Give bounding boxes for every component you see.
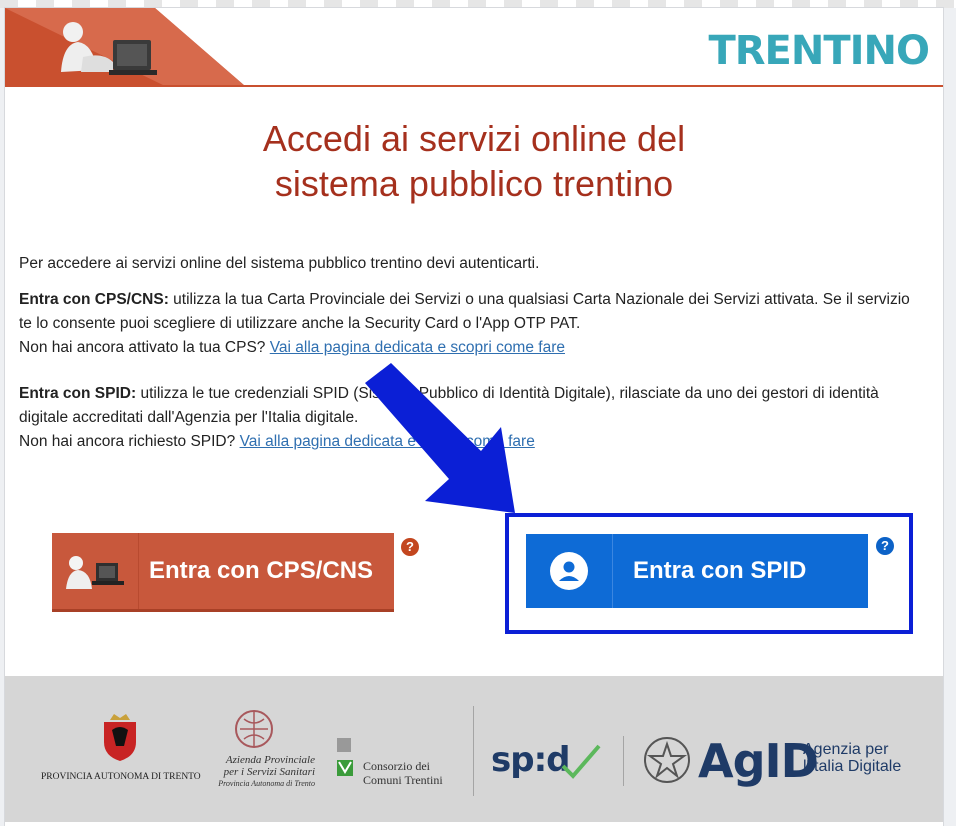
page-title-line1: Accedi ai servizi online del bbox=[262, 118, 686, 159]
agid-subtitle: Agenzia per l'Italia Digitale bbox=[803, 741, 902, 775]
cps-description: Entra con CPS/CNS: utilizza la tua Carta… bbox=[19, 288, 919, 360]
spid-lead: Entra con SPID: bbox=[19, 385, 137, 402]
trentino-logo: TRENTINO bbox=[708, 28, 930, 74]
consorzio-icon bbox=[337, 738, 353, 776]
cps-help-icon[interactable]: ? bbox=[401, 538, 419, 556]
cps-question: Non hai ancora attivato la tua CPS? bbox=[19, 339, 270, 356]
spid-check-icon bbox=[561, 744, 601, 779]
page-title-line2: sistema pubblico trentino bbox=[274, 163, 674, 204]
cps-info-link[interactable]: Vai alla pagina dedicata e scopri come f… bbox=[270, 339, 565, 356]
cps-login-button[interactable]: Entra con CPS/CNS bbox=[52, 533, 394, 612]
spid-login-button[interactable]: Entra con SPID bbox=[526, 534, 868, 608]
user-icon bbox=[526, 534, 612, 608]
agid-logo: AgID bbox=[698, 734, 819, 788]
spid-help-icon[interactable]: ? bbox=[876, 537, 894, 555]
provincia-label: PROVINCIA AUTONOMA DI TRENTO bbox=[41, 772, 201, 782]
consorzio-label: Consorzio dei Comuni Trentini bbox=[363, 759, 443, 787]
spid-question: Non hai ancora richiesto SPID? bbox=[19, 433, 240, 450]
footer-divider bbox=[623, 736, 624, 786]
page-title: Accedi ai servizi online del sistema pub… bbox=[5, 116, 943, 206]
header: TRENTINO bbox=[5, 8, 943, 87]
login-page: TRENTINO Accedi ai servizi online del si… bbox=[5, 8, 943, 826]
intro-text: Per accedere ai servizi online del siste… bbox=[19, 255, 540, 272]
italian-republic-emblem-icon bbox=[644, 737, 690, 783]
cps-lead: Entra con CPS/CNS: bbox=[19, 291, 169, 308]
cps-card-icon bbox=[52, 533, 138, 609]
azienda-label: Azienda Provinciale per i Servizi Sanita… bbox=[218, 754, 315, 788]
pointer-arrow bbox=[365, 363, 515, 513]
user-at-computer-logo bbox=[61, 22, 157, 75]
background-pattern bbox=[0, 0, 956, 8]
spid-logo: sp:d bbox=[491, 740, 571, 780]
spid-button-label: Entra con SPID bbox=[633, 557, 807, 584]
provincia-crest-icon bbox=[104, 714, 136, 761]
footer-divider bbox=[473, 706, 474, 796]
header-rule bbox=[5, 85, 943, 87]
footer: PROVINCIA AUTONOMA DI TRENTO Azienda Pro… bbox=[5, 676, 943, 822]
azienda-globe-icon bbox=[235, 710, 273, 748]
cps-button-label: Entra con CPS/CNS bbox=[149, 557, 374, 584]
